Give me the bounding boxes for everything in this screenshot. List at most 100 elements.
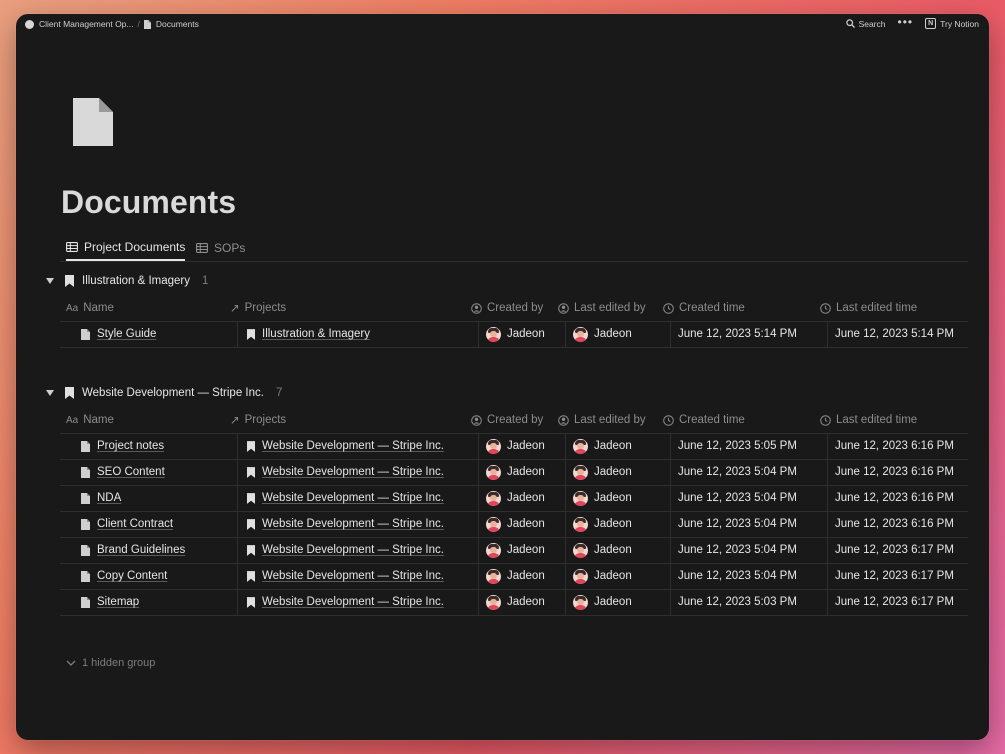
cell-project[interactable]: Website Development — Stripe Inc. [238, 485, 444, 511]
project-link[interactable]: Website Development — Stripe Inc. [262, 544, 444, 556]
row-title[interactable]: Client Contract [97, 518, 173, 530]
cell-project[interactable]: Website Development — Stripe Inc. [238, 563, 444, 589]
table-row[interactable]: Client Contract Website Development — Str… [60, 511, 968, 538]
column-label: Last edited time [836, 302, 918, 314]
cell-last-edited-by[interactable]: Jadeon [573, 589, 632, 615]
cell-name[interactable]: Sitemap [72, 589, 139, 615]
cell-name[interactable]: Project notes [72, 433, 164, 459]
cell-created-by[interactable]: Jadeon [486, 485, 545, 511]
project-link[interactable]: Website Development — Stripe Inc. [262, 440, 444, 452]
group-header[interactable]: Illustration & Imagery 1 [46, 275, 208, 287]
cell-created-by[interactable]: Jadeon [486, 563, 545, 589]
row-title[interactable]: Project notes [97, 440, 164, 452]
column-header-row: Aa Name ↗ Projects Created by Last edited … [60, 407, 968, 434]
column-header-name[interactable]: Aa Name [66, 295, 114, 321]
column-header-created-by[interactable]: Created by [471, 295, 543, 321]
row-title[interactable]: NDA [97, 492, 121, 504]
column-header-projects[interactable]: ↗ Projects [230, 295, 286, 321]
try-notion-button[interactable]: N Try Notion [925, 18, 979, 29]
cell-name[interactable]: SEO Content [72, 459, 165, 485]
cell-last-edited-by[interactable]: Jadeon [573, 321, 632, 347]
column-divider [478, 459, 479, 485]
relation-arrow-icon: ↗ [230, 303, 240, 315]
cell-last-edited-by[interactable]: Jadeon [573, 485, 632, 511]
hidden-groups-label: 1 hidden group [82, 657, 156, 669]
column-header-last-edited-time[interactable]: Last edited time [820, 407, 917, 433]
search-button[interactable]: Search [845, 19, 886, 29]
timestamp: June 12, 2023 6:17 PM [835, 570, 954, 582]
cell-created-by[interactable]: Jadeon [486, 321, 545, 347]
hidden-groups-toggle[interactable]: 1 hidden group [66, 657, 155, 669]
cell-last-edited-by[interactable]: Jadeon [573, 433, 632, 459]
collapse-caret-icon[interactable] [46, 390, 54, 396]
row-title[interactable]: Copy Content [97, 570, 167, 582]
collapse-caret-icon[interactable] [46, 278, 54, 284]
cell-created-by[interactable]: Jadeon [486, 537, 545, 563]
column-header-created-time[interactable]: Created time [663, 407, 745, 433]
column-header-created-time[interactable]: Created time [663, 295, 745, 321]
cell-last-edited-time: June 12, 2023 6:17 PM [835, 563, 954, 589]
avatar [573, 568, 588, 584]
cell-created-by[interactable]: Jadeon [486, 459, 545, 485]
row-title[interactable]: SEO Content [97, 466, 165, 478]
project-link[interactable]: Website Development — Stripe Inc. [262, 570, 444, 582]
person-name: Jadeon [507, 492, 545, 504]
table-row[interactable]: Sitemap Website Development — Stripe Inc.… [60, 589, 968, 616]
table-row[interactable]: Project notes Website Development — Strip… [60, 433, 968, 460]
cell-name[interactable]: Style Guide [72, 321, 156, 347]
document-icon [81, 328, 90, 340]
project-link[interactable]: Website Development — Stripe Inc. [262, 518, 444, 530]
column-header-name[interactable]: Aa Name [66, 407, 114, 433]
cell-last-edited-by[interactable]: Jadeon [573, 511, 632, 537]
cell-created-time: June 12, 2023 5:05 PM [678, 433, 797, 459]
tab-label: SOPs [214, 240, 246, 255]
cell-project[interactable]: Website Development — Stripe Inc. [238, 511, 444, 537]
cell-created-by[interactable]: Jadeon [486, 511, 545, 537]
table-row[interactable]: Brand Guidelines Website Development — St… [60, 537, 968, 564]
group-header[interactable]: Website Development — Stripe Inc. 7 [46, 387, 282, 399]
column-divider [478, 589, 479, 615]
table-row[interactable]: Copy Content Website Development — Stripe… [60, 563, 968, 590]
clock-icon [663, 302, 674, 314]
cell-name[interactable]: Copy Content [72, 563, 167, 589]
document-icon[interactable] [73, 98, 113, 146]
column-header-row: Aa Name ↗ Projects Created by Last edited … [60, 295, 968, 322]
project-link[interactable]: Website Development — Stripe Inc. [262, 466, 444, 478]
project-link[interactable]: Website Development — Stripe Inc. [262, 596, 444, 608]
table-row[interactable]: Style Guide Illustration & Imagery Jadeon J… [60, 321, 968, 348]
cell-project[interactable]: Website Development — Stripe Inc. [238, 589, 444, 615]
app-window: Client Management Op... / Documents Sear… [16, 14, 989, 740]
row-title[interactable]: Brand Guidelines [97, 544, 185, 556]
column-header-last-edited-by[interactable]: Last edited by [558, 407, 646, 433]
column-header-created-by[interactable]: Created by [471, 407, 543, 433]
cell-project[interactable]: Illustration & Imagery [238, 321, 370, 347]
row-title[interactable]: Style Guide [97, 328, 156, 340]
column-header-projects[interactable]: ↗ Projects [230, 407, 286, 433]
tab-sops[interactable]: SOPs [196, 235, 245, 260]
timestamp: June 12, 2023 6:16 PM [835, 440, 954, 452]
more-options-button[interactable]: ••• [898, 15, 914, 29]
cell-created-by[interactable]: Jadeon [486, 433, 545, 459]
tab-project-documents[interactable]: Project Documents [66, 235, 186, 261]
cell-last-edited-by[interactable]: Jadeon [573, 537, 632, 563]
cell-project[interactable]: Website Development — Stripe Inc. [238, 459, 444, 485]
column-header-last-edited-time[interactable]: Last edited time [820, 295, 917, 321]
breadcrumb-workspace[interactable]: Client Management Op... [25, 19, 134, 29]
cell-project[interactable]: Website Development — Stripe Inc. [238, 433, 444, 459]
project-link[interactable]: Illustration & Imagery [262, 328, 370, 340]
cell-project[interactable]: Website Development — Stripe Inc. [238, 537, 444, 563]
group-title: Website Development — Stripe Inc. [82, 387, 264, 399]
group-count: 7 [275, 387, 283, 399]
project-link[interactable]: Website Development — Stripe Inc. [262, 492, 444, 504]
cell-name[interactable]: Brand Guidelines [72, 537, 185, 563]
cell-name[interactable]: NDA [72, 485, 121, 511]
table-row[interactable]: SEO Content Website Development — Stripe … [60, 459, 968, 486]
cell-last-edited-by[interactable]: Jadeon [573, 459, 632, 485]
cell-last-edited-by[interactable]: Jadeon [573, 563, 632, 589]
table-row[interactable]: NDA Website Development — Stripe Inc. Jade… [60, 485, 968, 512]
breadcrumb-page[interactable]: Documents [143, 19, 199, 29]
column-header-last-edited-by[interactable]: Last edited by [558, 295, 646, 321]
row-title[interactable]: Sitemap [97, 596, 139, 608]
cell-created-by[interactable]: Jadeon [486, 589, 545, 615]
cell-name[interactable]: Client Contract [72, 511, 173, 537]
